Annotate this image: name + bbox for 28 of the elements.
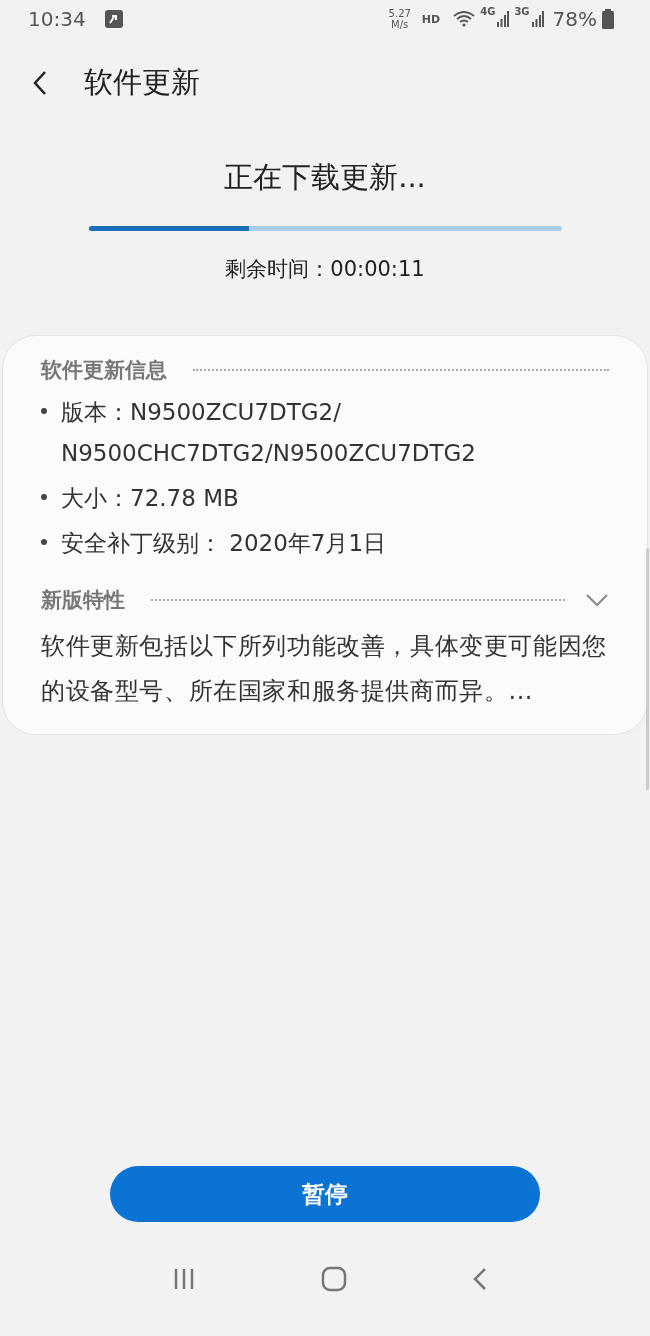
network-type: 4G [480, 6, 496, 17]
battery-icon [602, 9, 614, 29]
download-title: 正在下载更新... [224, 159, 426, 196]
wifi-icon [453, 11, 476, 27]
bullet-icon [41, 494, 47, 500]
page-title: 软件更新 [84, 64, 200, 101]
info-item: 大小：72.78 MB [61, 484, 239, 513]
expand-button[interactable] [585, 593, 609, 607]
bullet-icon [41, 539, 47, 545]
section-heading: 新版特性 [41, 587, 125, 614]
back-button[interactable] [32, 70, 48, 96]
remaining-time: 剩余时间：00:00:11 [225, 256, 425, 283]
network-speed: 5.27 M/s [388, 8, 411, 30]
battery-percent: 78% [552, 7, 597, 31]
bullet-icon [41, 408, 47, 414]
notification-icon [104, 10, 123, 28]
status-time: 10:34 [28, 7, 86, 31]
signal-icon [531, 11, 544, 27]
signal-icon [497, 11, 510, 27]
pause-button[interactable]: 暂停 [110, 1166, 540, 1222]
info-item: 安全补丁级别： 2020年7月1日 [61, 529, 387, 558]
home-icon[interactable] [321, 1266, 347, 1292]
features-description: 软件更新包括以下所列功能改善，具体变更可能因您的设备型号、所在国家和服务提供商而异。... [41, 631, 608, 707]
section-heading: 软件更新信息 [41, 357, 167, 384]
hd-label: HD [421, 12, 441, 26]
network-type: 3G [514, 6, 530, 17]
info-item: 版本：N9500ZCU7DTG2/ N9500CHC7DTG2/N9500ZCU7DTG2 [61, 398, 476, 468]
back-icon[interactable] [471, 1267, 488, 1291]
